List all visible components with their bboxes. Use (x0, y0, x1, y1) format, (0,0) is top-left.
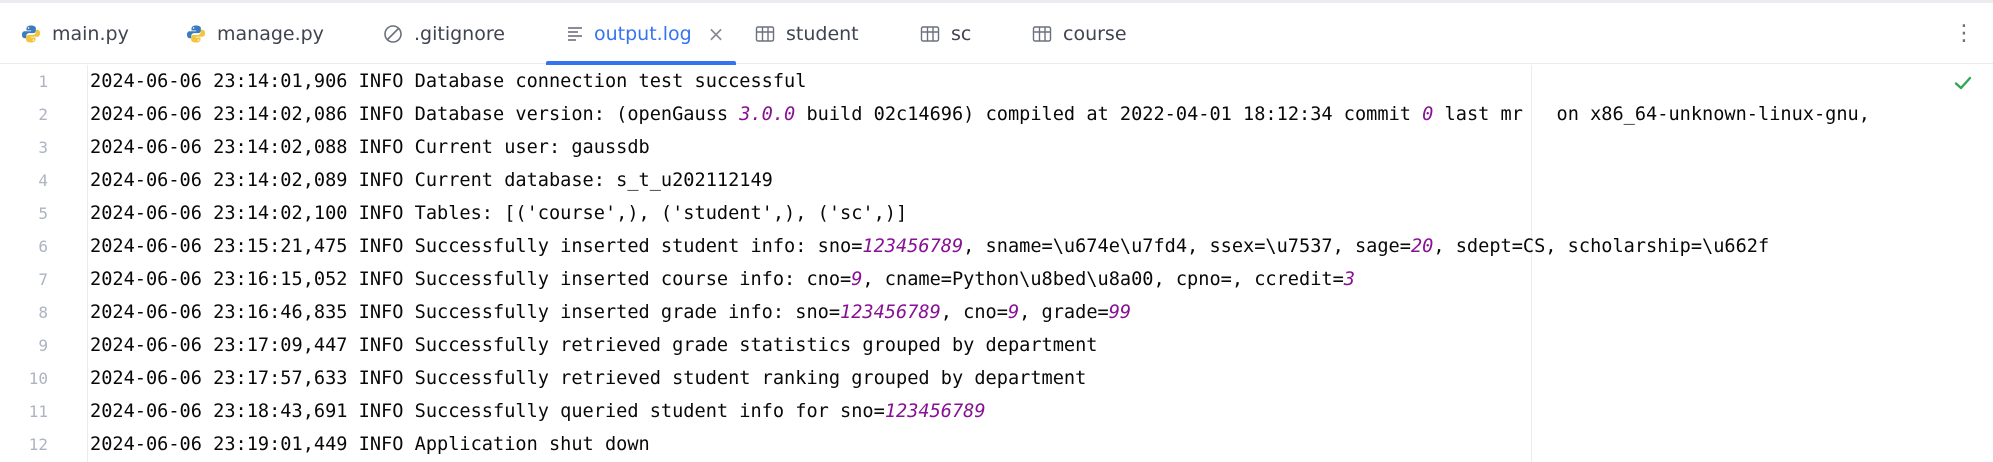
line-number[interactable]: 4 (0, 171, 48, 190)
number-literal: 9 (1007, 302, 1020, 323)
editor-tab-bar: main.py manage.py .gitignore output.log … (0, 3, 1993, 65)
log-text-segment: 2024-06-06 23:14:02,088 INFO Current use… (90, 137, 650, 158)
log-text: 2024-06-06 23:14:01,906 INFO Database co… (90, 71, 806, 92)
tab-label: manage.py (217, 22, 324, 45)
log-text-segment: 2024-06-06 23:14:02,089 INFO Current dat… (90, 170, 773, 191)
tab-gitignore[interactable]: .gitignore (362, 3, 525, 64)
tab-course[interactable]: course (1011, 3, 1147, 64)
log-text: 2024-06-06 23:14:02,089 INFO Current dat… (90, 170, 773, 191)
log-line: 8 2024-06-06 23:16:46,835 INFO Successful… (0, 296, 1993, 329)
table-icon (919, 23, 941, 45)
log-line: 5 2024-06-06 23:14:02,100 INFO Tables: [(… (0, 197, 1993, 230)
log-text: 2024-06-06 23:17:57,633 INFO Successfull… (90, 368, 1086, 389)
log-line: 6 2024-06-06 23:15:21,475 INFO Successful… (0, 230, 1993, 263)
number-literal: 3.0.0 (739, 104, 796, 125)
log-text-segment: 2024-06-06 23:14:02,086 INFO Database ve… (90, 104, 740, 125)
log-text-segment: 2024-06-06 23:15:21,475 INFO Successfull… (90, 236, 863, 257)
number-literal: 123456789 (862, 236, 964, 257)
log-text-segment: 2024-06-06 23:16:15,052 INFO Successfull… (90, 269, 852, 290)
log-text: 2024-06-06 23:14:02,086 INFO Database ve… (90, 104, 1870, 125)
number-literal: 3 (1343, 269, 1355, 290)
tab-output-log[interactable]: output.log × (546, 3, 736, 65)
number-literal: 99 (1108, 302, 1132, 323)
log-text: 2024-06-06 23:19:01,449 INFO Application… (90, 434, 650, 455)
log-text-segment: 2024-06-06 23:14:02,100 INFO Tables: [('… (90, 203, 908, 224)
log-line: 10 2024-06-06 23:17:57,633 INFO Successfu… (0, 362, 1993, 395)
log-text-segment: 2024-06-06 23:19:01,449 INFO Application… (90, 434, 650, 455)
number-literal: 0 (1422, 104, 1434, 125)
line-number[interactable]: 2 (0, 105, 48, 124)
tab-label: .gitignore (414, 22, 505, 45)
log-text-segment: , cno= (940, 302, 1008, 323)
python-icon (20, 23, 42, 45)
log-text: 2024-06-06 23:18:43,691 INFO Successfull… (90, 401, 986, 422)
log-line: 11 2024-06-06 23:18:43,691 INFO Successfu… (0, 395, 1993, 428)
close-icon[interactable]: × (708, 22, 725, 46)
log-text-segment: 2024-06-06 23:17:57,633 INFO Successfull… (90, 368, 1087, 389)
number-literal: 123456789 (840, 302, 941, 323)
log-text-segment: 2024-06-06 23:16:46,835 INFO Successfull… (90, 302, 841, 323)
tab-label: course (1063, 22, 1127, 45)
log-text-segment: 2024-06-06 23:17:09,447 INFO Successfull… (90, 335, 1098, 356)
log-text: 2024-06-06 23:14:02,100 INFO Tables: [('… (90, 203, 907, 224)
log-text-segment: build 02c14696) compiled at 2022-04-01 1… (795, 104, 1423, 125)
line-number[interactable]: 7 (0, 270, 48, 289)
log-text-segment: , sname=\u674e\u7fd4, ssex=\u7537, sage= (963, 236, 1411, 257)
log-line: 3 2024-06-06 23:14:02,088 INFO Current us… (0, 131, 1993, 164)
number-literal: 123456789 (884, 401, 986, 422)
log-editor[interactable]: 1 2024-06-06 23:14:01,906 INFO Database c… (0, 65, 1993, 462)
log-text-segment: , cname=Python\u8bed\u8a00, cpno=, ccred… (862, 269, 1344, 290)
tab-sc[interactable]: sc (899, 3, 991, 64)
number-literal: 20 (1410, 236, 1434, 257)
log-text: 2024-06-06 23:14:02,088 INFO Current use… (90, 137, 650, 158)
log-file-icon (566, 23, 584, 45)
line-number[interactable]: 3 (0, 138, 48, 157)
tab-label: output.log (594, 22, 692, 45)
log-text-segment: , grade= (1019, 302, 1109, 323)
python-icon (185, 23, 207, 45)
log-line: 12 2024-06-06 23:19:01,449 INFO Applicati… (0, 428, 1993, 461)
tab-manage-py[interactable]: manage.py (165, 3, 344, 64)
log-text: 2024-06-06 23:17:09,447 INFO Successfull… (90, 335, 1098, 356)
log-line: 4 2024-06-06 23:14:02,089 INFO Current da… (0, 164, 1993, 197)
tab-student[interactable]: student (734, 3, 879, 64)
line-number[interactable]: 8 (0, 303, 48, 322)
tab-label: sc (951, 22, 972, 45)
log-text-segment: 2024-06-06 23:14:01,906 INFO Database co… (90, 71, 807, 92)
log-line: 1 2024-06-06 23:14:01,906 INFO Database c… (0, 65, 1993, 98)
line-number[interactable]: 10 (0, 369, 48, 388)
ignore-icon (382, 23, 404, 45)
line-number[interactable]: 1 (0, 72, 48, 91)
log-text-segment: , sdept=CS, scholarship=\u662f (1433, 236, 1770, 257)
line-number[interactable]: 11 (0, 402, 48, 421)
line-number[interactable]: 9 (0, 336, 48, 355)
tab-label: main.py (52, 22, 129, 45)
line-number[interactable]: 12 (0, 435, 48, 454)
tab-main-py[interactable]: main.py (0, 3, 149, 64)
log-line: 7 2024-06-06 23:16:15,052 INFO Successful… (0, 263, 1993, 296)
tab-label: student (786, 22, 859, 45)
table-icon (754, 23, 776, 45)
line-number[interactable]: 6 (0, 237, 48, 256)
table-icon (1031, 23, 1053, 45)
line-number[interactable]: 5 (0, 204, 48, 223)
log-text-segment: 2024-06-06 23:18:43,691 INFO Successfull… (90, 401, 885, 422)
log-text: 2024-06-06 23:15:21,475 INFO Successfull… (90, 236, 1769, 257)
log-text: 2024-06-06 23:16:46,835 INFO Successfull… (90, 302, 1131, 323)
log-line: 9 2024-06-06 23:17:09,447 INFO Successful… (0, 329, 1993, 362)
log-line: 2 2024-06-06 23:14:02,086 INFO Database v… (0, 98, 1993, 131)
more-options-icon[interactable]: ⋮ (1953, 3, 1975, 64)
number-literal: 9 (851, 269, 863, 290)
log-text: 2024-06-06 23:16:15,052 INFO Successfull… (90, 269, 1355, 290)
log-text-segment: last mr on x86_64-unknown-linux-gnu, (1433, 104, 1870, 125)
